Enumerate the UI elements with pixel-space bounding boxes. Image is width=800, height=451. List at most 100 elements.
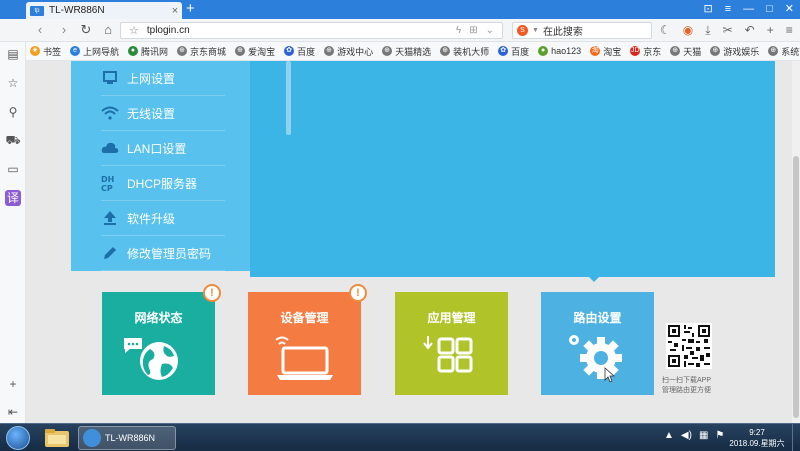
bookmark-label: 淘宝: [603, 46, 622, 57]
router-menu-item[interactable]: 修改管理员密码: [101, 236, 225, 271]
taskbar-browser-app[interactable]: TL-WR886N: [78, 426, 176, 450]
bookmark-label: 游戏娱乐: [723, 46, 760, 57]
bookmark-label: 上网导航: [83, 46, 120, 57]
network-icon[interactable]: ▦: [699, 430, 708, 441]
pencil-icon: [101, 244, 119, 262]
cart-icon[interactable]: ⛟: [5, 132, 21, 148]
download-icon[interactable]: ⤓: [705, 23, 710, 37]
bookmark-favicon-icon: ⊕: [440, 46, 451, 56]
collapse-sidebar-icon[interactable]: ⇤: [5, 404, 21, 420]
clock-time: 9:27: [749, 428, 765, 437]
address-bar[interactable]: ☆ tplogin.cn ϟ ⊞ ⌄: [120, 22, 503, 39]
dashboard-tile[interactable]: 设备管理!: [248, 284, 367, 395]
laptop-wifi-icon: [248, 334, 361, 382]
browser-tools: ☾ ◉ ⤓ ✂ ↶ + ≡: [660, 23, 793, 37]
new-tab-button[interactable]: +: [186, 1, 195, 17]
dashboard-tile[interactable]: 路由设置: [541, 292, 654, 395]
router-menu-label: 无线设置: [127, 106, 176, 121]
window-controls: ⊡ ≡ — □ ✕: [703, 1, 794, 17]
bookmark-item[interactable]: ✿ 百度: [498, 45, 529, 58]
router-menu-label: 上网设置: [127, 71, 176, 86]
bookmark-favicon-icon: ⊕: [382, 46, 393, 56]
bookmark-item[interactable]: JD 京东: [630, 45, 661, 58]
show-desktop-button[interactable]: [792, 424, 800, 451]
browser-tab-bar: tp TL-WR886N × + ⊡ ≡ — □ ✕: [0, 0, 800, 19]
dashboard-tile[interactable]: 应用管理: [395, 292, 508, 395]
router-menu-item[interactable]: 软件升级: [101, 201, 225, 236]
dropdown-icon[interactable]: ⌄: [486, 25, 494, 36]
bookmark-item[interactable]: ⊕ 装机大师: [440, 45, 489, 58]
more-icon[interactable]: ≡: [786, 23, 793, 37]
minimize-icon[interactable]: —: [743, 1, 754, 17]
search-icon[interactable]: ⚲: [5, 104, 21, 120]
bookmark-favicon-icon: ⊕: [235, 46, 246, 56]
start-button[interactable]: [6, 426, 30, 450]
refresh-icon[interactable]: ↻: [78, 22, 94, 38]
lightning-icon[interactable]: ϟ: [456, 25, 461, 36]
bookmark-item[interactable]: 淘淘宝: [590, 45, 621, 58]
bookmark-item[interactable]: ⊕ 游戏娱乐: [710, 45, 759, 58]
browser-tab[interactable]: tp TL-WR886N ×: [26, 2, 182, 19]
volume-icon[interactable]: ◀): [681, 430, 692, 441]
router-menu-item[interactable]: 无线设置: [101, 96, 225, 131]
bookmark-item[interactable]: ● hao123: [538, 46, 581, 56]
page-scrollbar[interactable]: [792, 61, 800, 423]
search-box[interactable]: S ▼ 在此搜索: [512, 22, 652, 39]
skin-icon[interactable]: ⊡: [703, 1, 712, 17]
bookmark-favicon-icon: ✿: [498, 46, 509, 56]
add-icon[interactable]: +: [767, 23, 774, 37]
browser-menu-corner[interactable]: [0, 0, 26, 19]
taskbar-clock[interactable]: 9:27 2018.09.星期六: [727, 427, 787, 449]
home-icon[interactable]: ⌂: [100, 22, 116, 38]
router-menu-item[interactable]: 上网设置: [101, 61, 225, 96]
tray-expand-icon[interactable]: ▲: [664, 430, 674, 441]
add-sidebar-icon[interactable]: +: [5, 376, 21, 392]
back-icon[interactable]: ‹: [32, 22, 48, 38]
forward-icon[interactable]: ›: [56, 22, 72, 38]
tile-label: 设备管理: [280, 311, 329, 325]
router-menu-item[interactable]: LAN口设置: [101, 131, 225, 166]
tp-link-favicon-icon: tp: [30, 5, 44, 16]
bookmark-item[interactable]: ⊕ 爱淘宝: [235, 45, 275, 58]
reader-icon[interactable]: ▤: [5, 46, 21, 62]
page-scrollbar-thumb[interactable]: [793, 156, 799, 418]
game-icon[interactable]: ◉: [683, 23, 693, 37]
file-explorer-icon[interactable]: [44, 428, 70, 448]
bookmark-item[interactable]: ● 腾讯网: [128, 45, 168, 58]
menu-icon[interactable]: ≡: [725, 1, 731, 17]
bookmark-item[interactable]: ✿ 百度: [284, 45, 315, 58]
router-menu-item[interactable]: DH CP DHCP服务器: [101, 166, 225, 201]
undo-icon[interactable]: ↶: [745, 23, 755, 37]
live-icon[interactable]: ▭: [5, 161, 21, 177]
close-tab-icon[interactable]: ×: [168, 5, 182, 17]
action-center-icon[interactable]: ⚑: [715, 430, 724, 441]
bookmark-favicon-icon: ⊕: [670, 46, 681, 56]
qr-caption-line-1: 扫一扫下载APP: [662, 377, 712, 384]
bookmark-item[interactable]: ⊕ 游戏中心: [324, 45, 373, 58]
night-mode-icon[interactable]: ☾: [660, 23, 671, 37]
qr-icon[interactable]: ⊞: [469, 25, 477, 36]
navigation-toolbar: ‹ › ↻ ⌂ ☆ tplogin.cn ϟ ⊞ ⌄ S ▼ 在此搜索 ☾ ◉ …: [0, 19, 800, 42]
bookmark-label: 天猫精选: [395, 46, 432, 57]
close-window-icon[interactable]: ✕: [785, 1, 794, 17]
maximize-icon[interactable]: □: [766, 1, 773, 17]
favorites-icon[interactable]: ☆: [5, 75, 21, 91]
bookmark-item[interactable]: ⊕系统下载: [768, 45, 800, 58]
search-engine-dropdown-icon[interactable]: ▼: [532, 27, 539, 34]
address-url[interactable]: tplogin.cn: [147, 25, 456, 36]
menu-scrollbar[interactable]: [286, 61, 291, 135]
translate-icon[interactable]: 译: [5, 190, 21, 206]
bookmark-item[interactable]: ⊕ 天猫精选: [382, 45, 431, 58]
scissors-icon[interactable]: ✂: [723, 23, 733, 37]
bookmark-item[interactable]: e 上网导航: [70, 45, 119, 58]
bookmark-favicon-icon: e: [70, 46, 81, 56]
bookmark-star-icon[interactable]: ☆: [129, 24, 139, 37]
lan-cloud-icon: [101, 139, 119, 157]
bookmark-item[interactable]: ⊕ 京东商城: [177, 45, 226, 58]
bookmark-favicon-icon: ●: [538, 46, 549, 56]
360-search-icon[interactable]: S: [517, 25, 528, 36]
router-content-panel: [250, 61, 775, 277]
bookmark-item[interactable]: ★ 书签: [30, 45, 61, 58]
dashboard-tile[interactable]: 网络状态!: [102, 284, 221, 395]
bookmark-item[interactable]: ⊕ 天猫: [670, 45, 701, 58]
